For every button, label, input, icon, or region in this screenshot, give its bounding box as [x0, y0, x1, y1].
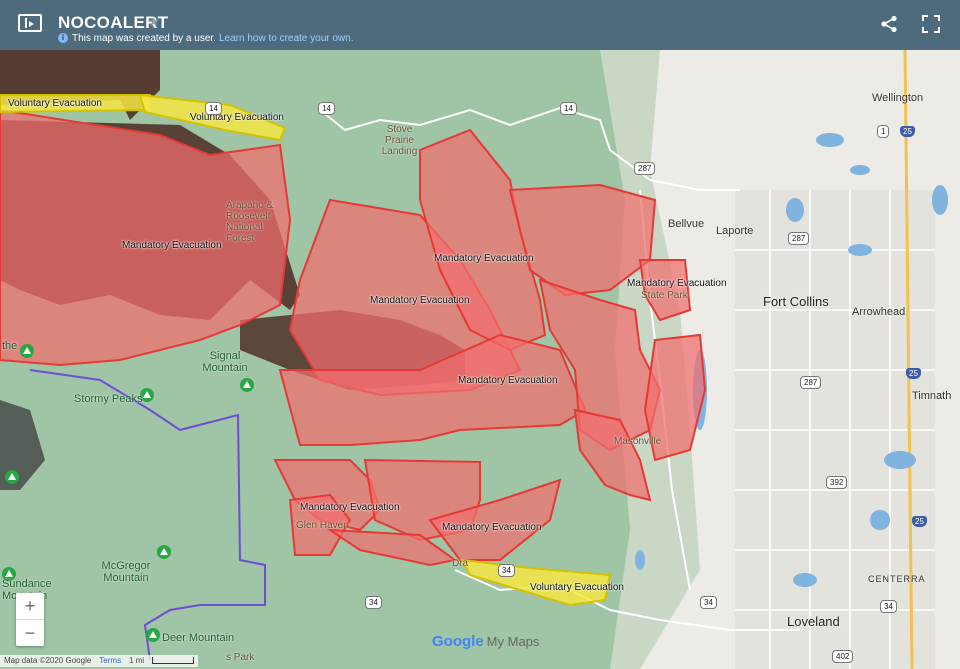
- my-maps-text: My Maps: [486, 634, 540, 649]
- place-masonville: Masonville: [614, 436, 662, 447]
- highway-392-shield: 392: [826, 476, 848, 489]
- highway-287-shield: 287: [800, 376, 822, 389]
- zone-label-mandatory: Mandatory Evacuation: [434, 253, 534, 264]
- place-centerra: CENTERRA: [868, 574, 926, 584]
- zoom-in-button[interactable]: +: [16, 593, 44, 620]
- place-wellington: Wellington: [872, 92, 924, 104]
- zoom-out-button[interactable]: −: [16, 620, 44, 646]
- zoom-controls: + −: [16, 593, 44, 646]
- peak-icon: [146, 628, 160, 642]
- creator-notice: i This map was created by a user. Learn ho…: [58, 33, 354, 44]
- peak-icon: [240, 378, 254, 392]
- zone-label-voluntary: Voluntary Evacuation: [190, 112, 284, 123]
- place-deer-mountain: Deer Mountain: [162, 632, 235, 644]
- place-dra: Dra: [452, 558, 469, 569]
- highway-34-shield: 34: [365, 596, 382, 609]
- map-data-attribution: Map data ©2020 Google: [4, 656, 92, 665]
- place-arapaho-roosevelt: Arapaho & Roosevelt National Forest: [226, 200, 274, 244]
- place-bellvue: Bellvue: [668, 218, 705, 230]
- highway-34-shield: 34: [498, 564, 515, 577]
- highway-14-shield: 14: [205, 102, 222, 115]
- highway-34-shield: 34: [700, 596, 717, 609]
- zone-label-mandatory: Mandatory Evacuation: [458, 375, 558, 386]
- notice-text: This map was created by a user.: [72, 33, 216, 44]
- place-the: the: [2, 340, 18, 352]
- highway-14-shield: 14: [560, 102, 577, 115]
- place-stormy-peaks: Stormy Peaks: [74, 393, 143, 405]
- share-icon[interactable]: [880, 15, 898, 33]
- place-stove-prairie: Stove Prairie Landing: [381, 124, 418, 157]
- zone-label-mandatory: Mandatory Evacuation: [627, 278, 727, 289]
- highway-402-shield: 402: [832, 650, 854, 663]
- place-fort-collins: Fort Collins: [763, 294, 829, 309]
- peak-icon: [157, 545, 171, 559]
- google-my-maps-logo: Google My Maps: [432, 633, 539, 650]
- peak-icon: [20, 344, 34, 358]
- star-icon[interactable]: ★: [148, 14, 160, 30]
- place-mcgregor-mountain: McGregor Mountain: [101, 560, 151, 584]
- info-icon: i: [58, 33, 68, 44]
- scale-bar: [152, 657, 195, 665]
- map-footer: Map data ©2020 Google Terms 1 mi: [0, 655, 199, 667]
- scale-label: 1 mi: [129, 656, 145, 665]
- highway-287-shield: 287: [788, 232, 810, 245]
- highway-287-shield: 287: [634, 162, 656, 175]
- zone-label-mandatory: Mandatory Evacuation: [442, 522, 542, 533]
- panel-toggle-icon[interactable]: [18, 14, 42, 32]
- place-arrowhead: Arrowhead: [852, 306, 906, 318]
- zone-label-mandatory: Mandatory Evacuation: [370, 295, 470, 306]
- interstate-25-shield: 25: [906, 368, 921, 379]
- highway-14-shield: 14: [318, 102, 335, 115]
- place-state-park: State Park: [641, 290, 688, 301]
- interstate-25-shield: 25: [900, 126, 915, 137]
- map-canvas[interactable]: Voluntary Evacuation Voluntary Evacuatio…: [0, 50, 960, 669]
- interstate-25-shield: 25: [912, 516, 927, 527]
- zone-label-mandatory: Mandatory Evacuation: [300, 502, 400, 513]
- place-laporte: Laporte: [716, 225, 754, 237]
- place-estes-park: s Park: [226, 652, 255, 663]
- zone-label-mandatory: Mandatory Evacuation: [122, 240, 222, 251]
- fullscreen-icon[interactable]: [922, 15, 940, 33]
- place-glen-haven: Glen Haven: [296, 520, 349, 531]
- place-timnath: Timnath: [912, 390, 952, 402]
- zone-label-voluntary: Voluntary Evacuation: [8, 98, 102, 109]
- highway-34-shield: 34: [880, 600, 897, 613]
- terms-link[interactable]: Terms: [99, 656, 121, 665]
- learn-link[interactable]: Learn how to create your own.: [219, 33, 354, 44]
- google-wordmark: Google: [432, 633, 484, 650]
- highway-1-shield: 1: [877, 125, 890, 138]
- place-signal-mountain: Signal Mountain: [202, 350, 248, 374]
- zone-label-voluntary: Voluntary Evacuation: [530, 582, 624, 593]
- top-bar: NOCOALERT ★ i This map was created by a u…: [0, 0, 960, 50]
- peak-icon: [5, 470, 19, 484]
- place-loveland: Loveland: [787, 614, 840, 629]
